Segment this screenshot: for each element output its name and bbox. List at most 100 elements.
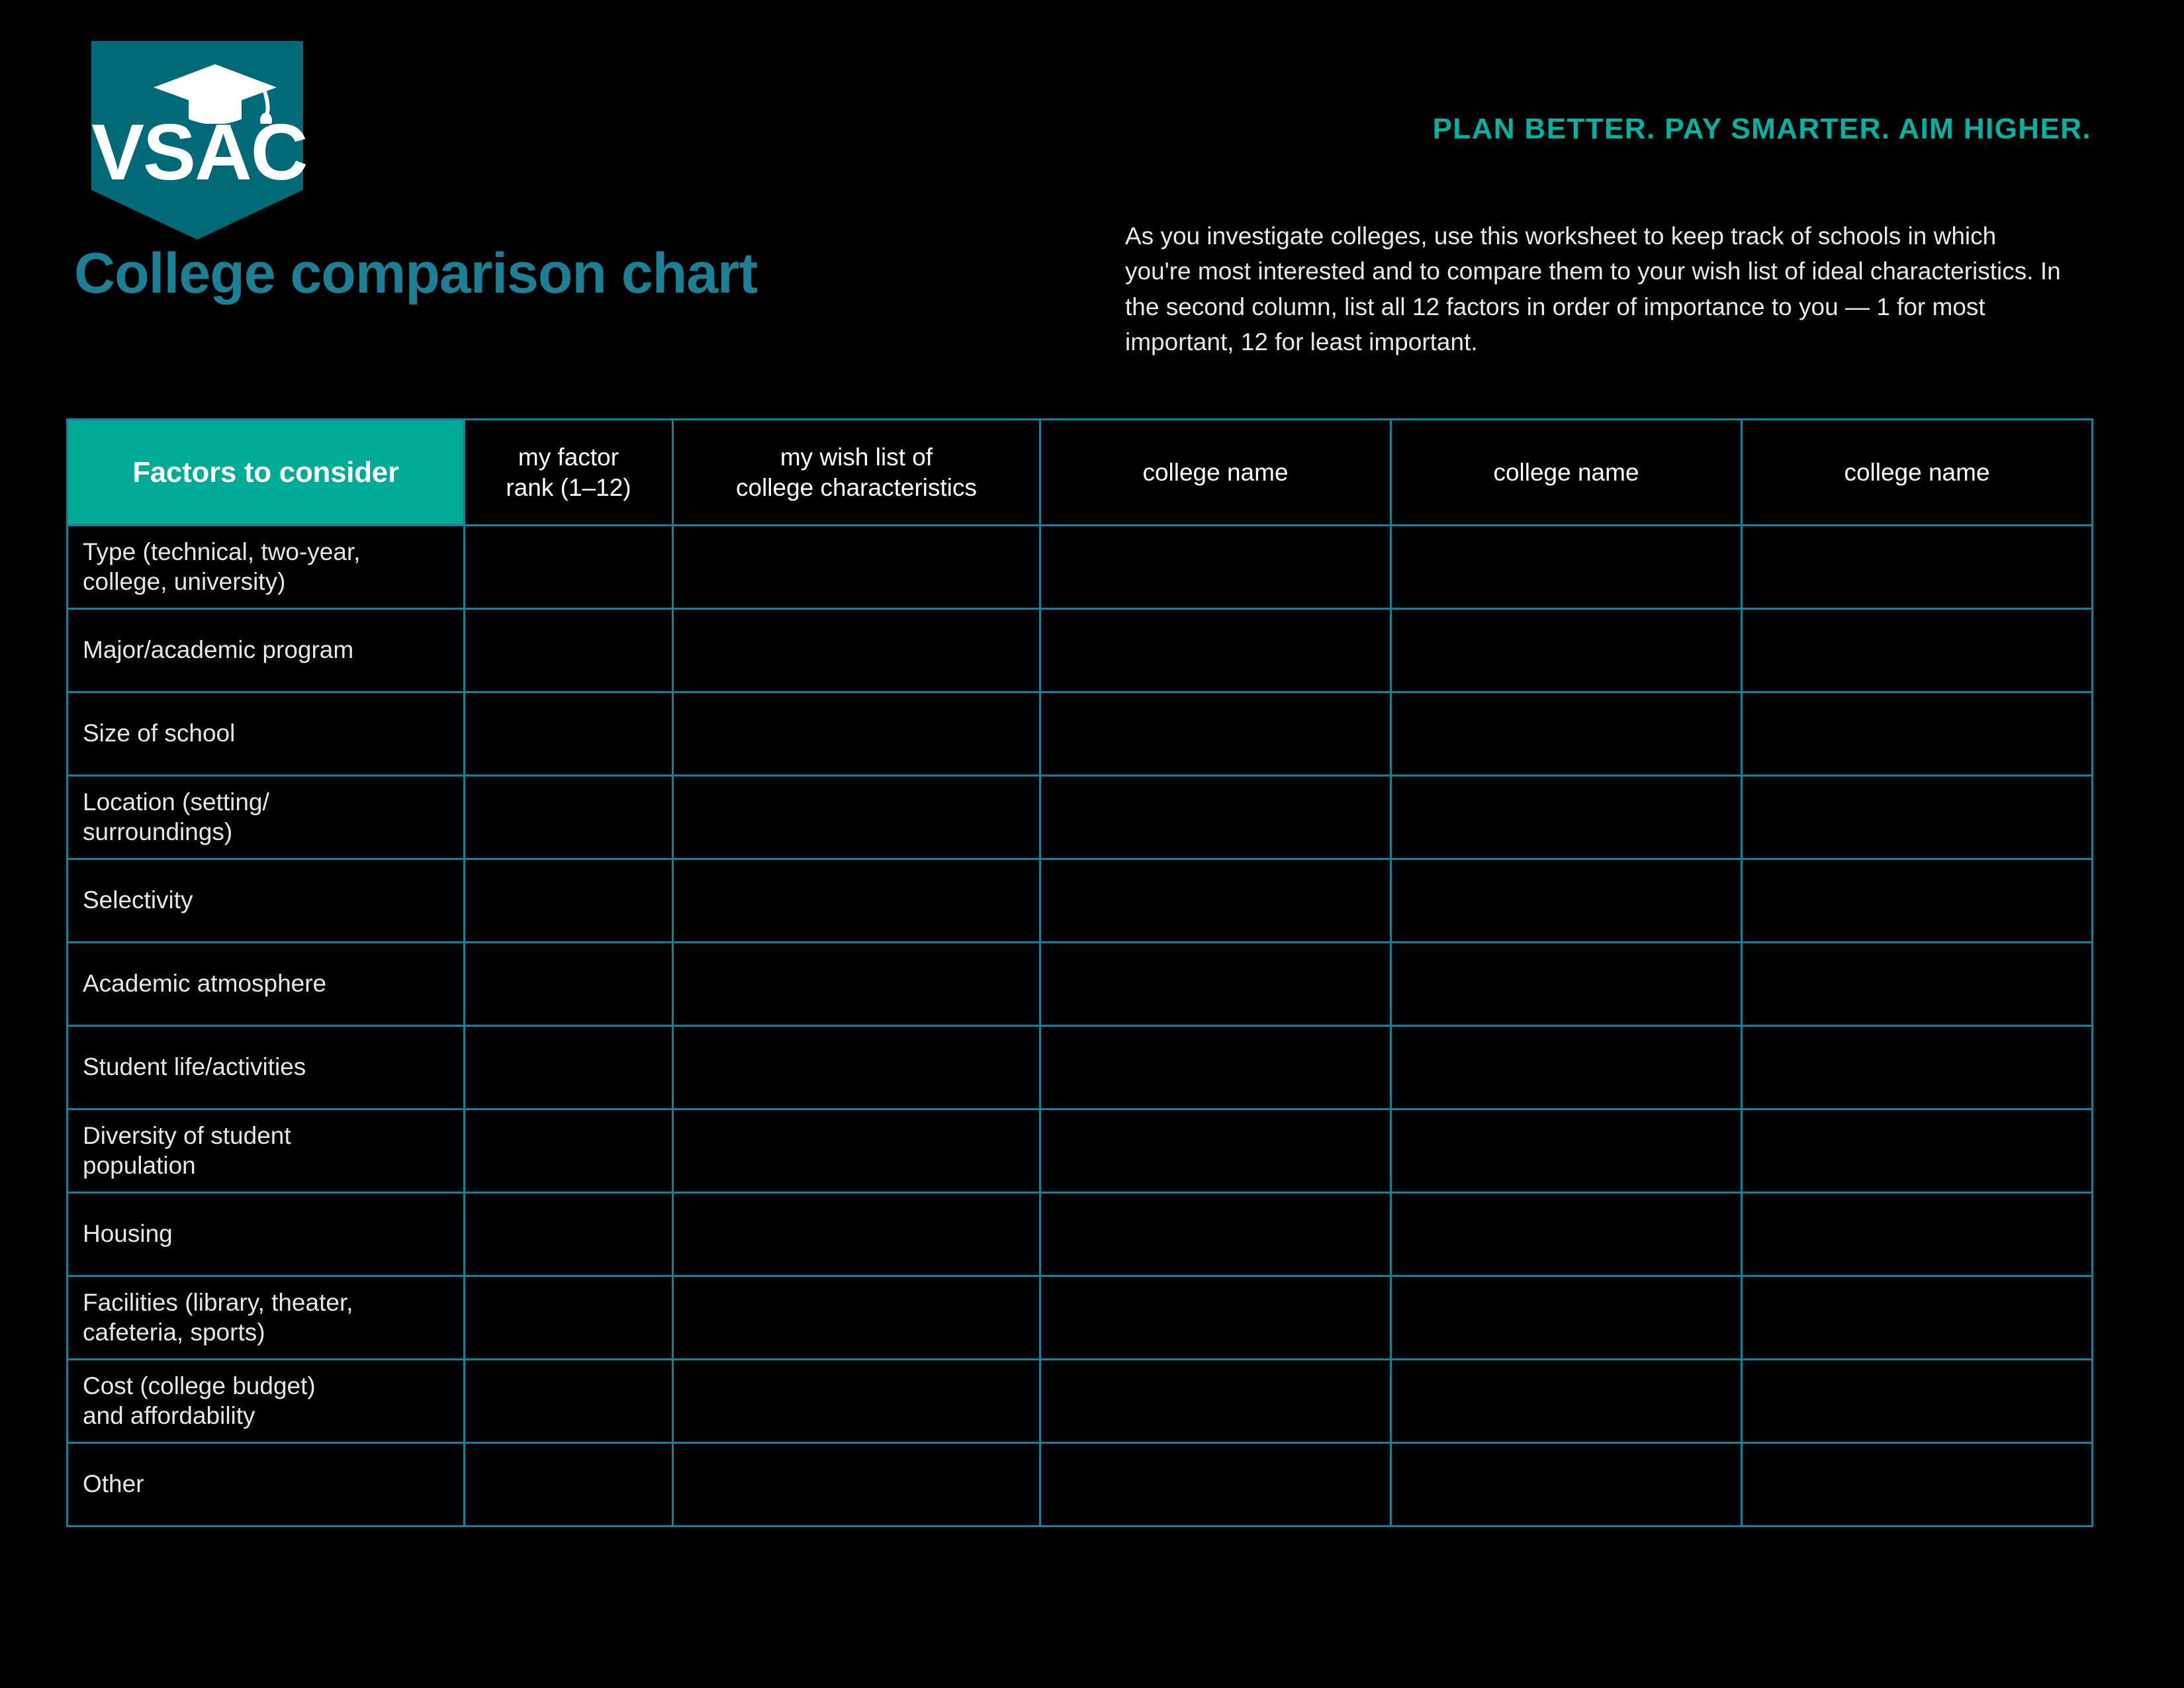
factor-label-cell: Facilities (library, theater, cafeteria, …	[66, 1275, 465, 1360]
input-cell-college3[interactable]	[1741, 524, 2093, 610]
input-cell-rank[interactable]	[463, 1025, 674, 1110]
factor-label-cell: Housing	[66, 1192, 465, 1277]
input-cell-wish[interactable]	[672, 1275, 1041, 1360]
input-cell-rank[interactable]	[463, 941, 674, 1027]
table-row: Major/academic program	[66, 608, 2093, 693]
input-cell-wish[interactable]	[672, 1025, 1041, 1110]
input-cell-college3[interactable]	[1741, 691, 2093, 776]
brand-tagline: PLAN BETTER. PAY SMARTER. AIM HIGHER.	[1432, 113, 2091, 145]
input-cell-wish[interactable]	[672, 524, 1041, 610]
input-cell-rank[interactable]	[463, 774, 674, 860]
table-row: Selectivity	[66, 858, 2093, 943]
input-cell-college3[interactable]	[1741, 1108, 2093, 1194]
input-cell-college3[interactable]	[1741, 1358, 2093, 1444]
input-cell-college3[interactable]	[1741, 941, 2093, 1027]
factor-label-cell: Major/academic program	[66, 608, 465, 693]
table-row: Student life/activities	[66, 1025, 2093, 1110]
factor-label-line2: cafeteria, sports)	[83, 1318, 265, 1346]
input-cell-college1[interactable]	[1039, 524, 1392, 610]
table-row: Other	[66, 1442, 2093, 1527]
factor-label-line1: Academic atmosphere	[83, 970, 327, 998]
input-cell-college2[interactable]	[1390, 858, 1743, 943]
input-cell-rank[interactable]	[463, 608, 674, 693]
table-body: Type (technical, two-year, college, unive…	[66, 524, 2093, 1527]
intro-text: As you investigate colleges, use this wo…	[1125, 222, 2061, 355]
input-cell-college3[interactable]	[1741, 1192, 2093, 1277]
input-cell-wish[interactable]	[672, 1108, 1041, 1194]
input-cell-college1[interactable]	[1039, 1025, 1392, 1110]
input-cell-rank[interactable]	[463, 691, 674, 776]
input-cell-college1[interactable]	[1039, 1442, 1392, 1527]
input-cell-wish[interactable]	[672, 1442, 1041, 1527]
college-comparison-table: Factors to consider my factor rank (1–12…	[66, 418, 2093, 1527]
input-cell-college1[interactable]	[1039, 1108, 1392, 1194]
input-cell-rank[interactable]	[463, 1358, 674, 1444]
input-cell-college2[interactable]	[1390, 1108, 1743, 1194]
input-cell-wish[interactable]	[672, 608, 1041, 693]
input-cell-college2[interactable]	[1390, 524, 1743, 610]
column-header-rank: my factor rank (1–12)	[463, 418, 674, 526]
worksheet-page: VSAC PLAN BETTER. PAY SMARTER. AIM HIGHE…	[0, 0, 2184, 1688]
input-cell-wish[interactable]	[672, 1192, 1041, 1277]
input-cell-wish[interactable]	[672, 691, 1041, 776]
input-cell-wish[interactable]	[672, 774, 1041, 860]
input-cell-college1[interactable]	[1039, 1192, 1392, 1277]
factor-label-cell: Location (setting/surroundings)	[66, 774, 465, 860]
input-cell-college3[interactable]	[1741, 858, 2093, 943]
factor-label-line1: Type (technical, two-year,	[83, 538, 361, 566]
input-cell-college3[interactable]	[1741, 1025, 2093, 1110]
input-cell-college3[interactable]	[1741, 608, 2093, 693]
table-row: Facilities (library, theater, cafeteria, …	[66, 1275, 2093, 1360]
input-cell-rank[interactable]	[463, 1275, 674, 1360]
input-cell-college2[interactable]	[1390, 1442, 1743, 1527]
factor-label-line2: college, university)	[83, 567, 286, 595]
input-cell-college1[interactable]	[1039, 691, 1392, 776]
table-header: Factors to consider my factor rank (1–12…	[66, 418, 2093, 526]
input-cell-rank[interactable]	[463, 1192, 674, 1277]
factor-label-line1: Major/academic program	[83, 636, 354, 664]
input-cell-wish[interactable]	[672, 1358, 1041, 1444]
input-cell-rank[interactable]	[463, 858, 674, 943]
input-cell-college2[interactable]	[1390, 1275, 1743, 1360]
column-header-rank-line2: rank (1–12)	[506, 473, 631, 501]
input-cell-college2[interactable]	[1390, 941, 1743, 1027]
factor-label-line1: Housing	[83, 1220, 173, 1248]
factor-label-line2: surroundings)	[83, 818, 233, 845]
input-cell-college1[interactable]	[1039, 608, 1392, 693]
input-cell-college1[interactable]	[1039, 1358, 1392, 1444]
input-cell-rank[interactable]	[463, 1108, 674, 1194]
input-cell-rank[interactable]	[463, 524, 674, 610]
input-cell-college1[interactable]	[1039, 1275, 1392, 1360]
input-cell-college2[interactable]	[1390, 691, 1743, 776]
column-header-wishlist: my wish list of college characteristics	[672, 418, 1041, 526]
column-header-college-1: college name	[1039, 418, 1392, 526]
input-cell-college1[interactable]	[1039, 941, 1392, 1027]
input-cell-college2[interactable]	[1390, 608, 1743, 693]
factor-label-cell: Student life/activities	[66, 1025, 465, 1110]
factor-label-cell: Cost (college budget) and affordability	[66, 1358, 465, 1444]
input-cell-college2[interactable]	[1390, 1192, 1743, 1277]
input-cell-rank[interactable]	[463, 1442, 674, 1527]
column-header-wishlist-line1: my wish list of	[780, 444, 933, 471]
input-cell-college1[interactable]	[1039, 858, 1392, 943]
input-cell-college2[interactable]	[1390, 1358, 1743, 1444]
logo-wordmark: VSAC	[91, 108, 308, 197]
input-cell-college2[interactable]	[1390, 774, 1743, 860]
table-row: Location (setting/surroundings)	[66, 774, 2093, 860]
column-header-factors: Factors to consider	[66, 418, 465, 526]
factor-label-cell: Other	[66, 1442, 465, 1527]
input-cell-college1[interactable]	[1039, 774, 1392, 860]
input-cell-college3[interactable]	[1741, 1442, 2093, 1527]
input-cell-wish[interactable]	[672, 858, 1041, 943]
column-header-college-2: college name	[1390, 418, 1743, 526]
factor-label-line1: Cost (college budget)	[83, 1372, 316, 1400]
input-cell-wish[interactable]	[672, 941, 1041, 1027]
table-row: Size of school	[66, 691, 2093, 776]
table-row: Cost (college budget) and affordability	[66, 1358, 2093, 1444]
input-cell-college3[interactable]	[1741, 1275, 2093, 1360]
intro-paragraph: As you investigate colleges, use this wo…	[1125, 218, 2065, 359]
input-cell-college2[interactable]	[1390, 1025, 1743, 1110]
input-cell-college3[interactable]	[1741, 774, 2093, 860]
factor-label-cell: Size of school	[66, 691, 465, 776]
factor-label-line1: Location (setting/	[83, 788, 269, 816]
